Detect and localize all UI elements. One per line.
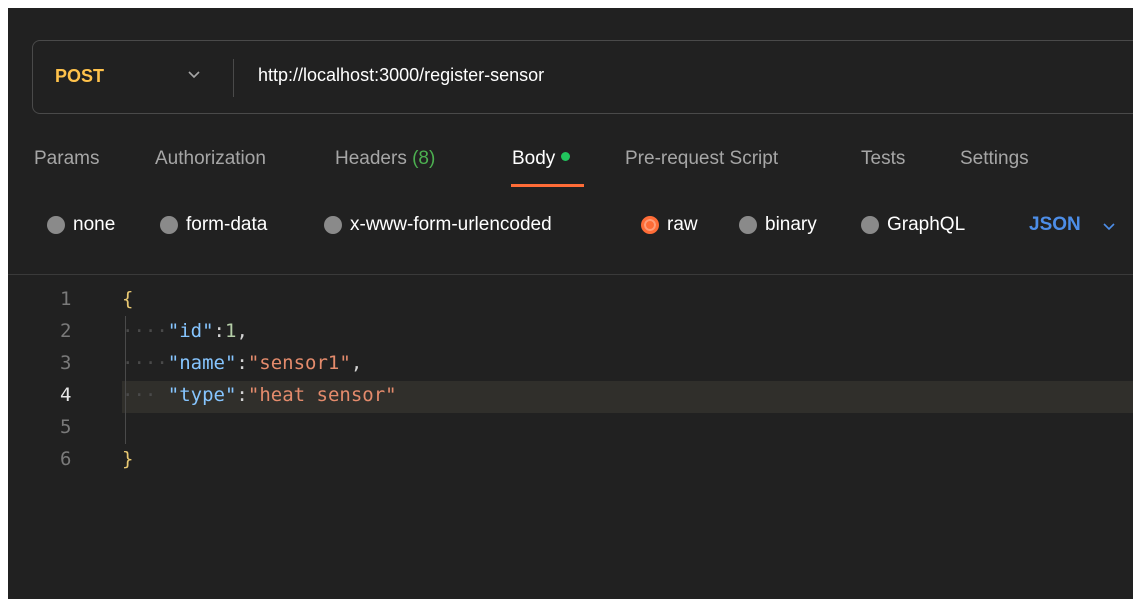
radio-none[interactable]: none bbox=[47, 213, 115, 237]
line-number: 5 bbox=[60, 416, 72, 438]
radio-graphql[interactable]: GraphQL bbox=[861, 213, 965, 237]
section-divider bbox=[8, 274, 1133, 275]
radio-form-data-label: form-data bbox=[186, 214, 268, 235]
active-tab-indicator bbox=[511, 184, 584, 187]
tab-headers-label: Headers bbox=[335, 148, 407, 169]
code-editor[interactable]: 1 2 3 4 5 6 { ····"id":1, ····"name":"se… bbox=[8, 278, 1133, 599]
code-line-2: ····"id":1, bbox=[122, 320, 248, 342]
radio-none-circle bbox=[47, 216, 65, 234]
radio-form-data[interactable]: form-data bbox=[160, 213, 267, 237]
code-line-1: { bbox=[122, 288, 133, 310]
radio-urlencoded-label: x-www-form-urlencoded bbox=[350, 214, 552, 235]
radio-x-www-form-urlencoded[interactable]: x-www-form-urlencoded bbox=[324, 213, 552, 237]
line-number: 6 bbox=[60, 448, 72, 470]
tab-body[interactable]: Body bbox=[512, 148, 571, 170]
tab-body-label: Body bbox=[512, 148, 556, 169]
chevron-down-icon[interactable] bbox=[1101, 218, 1117, 234]
line-number: 3 bbox=[60, 352, 72, 374]
request-panel: POST http://localhost:3000/register-sens… bbox=[8, 8, 1133, 599]
radio-form-data-circle bbox=[160, 216, 178, 234]
line-number: 1 bbox=[60, 288, 72, 310]
tab-authorization[interactable]: Authorization bbox=[155, 148, 266, 170]
line-number: 2 bbox=[60, 320, 72, 342]
radio-urlencoded-circle bbox=[324, 216, 342, 234]
url-input[interactable]: http://localhost:3000/register-sensor bbox=[258, 65, 544, 86]
tab-params[interactable]: Params bbox=[34, 148, 99, 170]
url-separator bbox=[233, 59, 234, 97]
tab-settings[interactable]: Settings bbox=[960, 148, 1029, 170]
format-select[interactable]: JSON bbox=[1029, 214, 1081, 236]
json-key-id: "id" bbox=[167, 320, 214, 342]
code-line-6: } bbox=[122, 448, 133, 470]
code-line-4: ··· "type":"heat sensor" bbox=[122, 384, 397, 406]
tab-tests[interactable]: Tests bbox=[861, 148, 905, 170]
open-brace: { bbox=[122, 288, 134, 310]
radio-raw[interactable]: raw bbox=[641, 213, 698, 237]
json-value-type: "heat sensor" bbox=[247, 384, 397, 406]
radio-raw-circle bbox=[641, 216, 659, 234]
headers-count: (8) bbox=[412, 148, 436, 169]
url-bar: POST http://localhost:3000/register-sens… bbox=[32, 40, 1133, 114]
radio-binary-circle bbox=[739, 216, 757, 234]
json-key-name: "name" bbox=[167, 352, 237, 374]
json-value-id: 1 bbox=[224, 320, 237, 342]
json-key-type: "type" bbox=[167, 384, 237, 406]
method-select[interactable]: POST bbox=[55, 66, 104, 87]
code-line-3: ····"name":"sensor1", bbox=[122, 352, 363, 374]
close-brace: } bbox=[122, 448, 134, 470]
body-status-dot bbox=[561, 152, 571, 162]
tab-pre-request-script[interactable]: Pre-request Script bbox=[625, 148, 778, 170]
radio-graphql-circle bbox=[861, 216, 879, 234]
radio-binary[interactable]: binary bbox=[739, 213, 817, 237]
json-value-name: "sensor1" bbox=[247, 352, 351, 374]
radio-binary-label: binary bbox=[765, 214, 817, 235]
radio-raw-label: raw bbox=[667, 214, 698, 235]
line-number-current: 4 bbox=[60, 384, 72, 406]
radio-none-label: none bbox=[73, 214, 116, 235]
tab-headers[interactable]: Headers (8) bbox=[335, 148, 435, 170]
chevron-down-icon[interactable] bbox=[185, 65, 203, 83]
radio-graphql-label: GraphQL bbox=[887, 214, 966, 235]
